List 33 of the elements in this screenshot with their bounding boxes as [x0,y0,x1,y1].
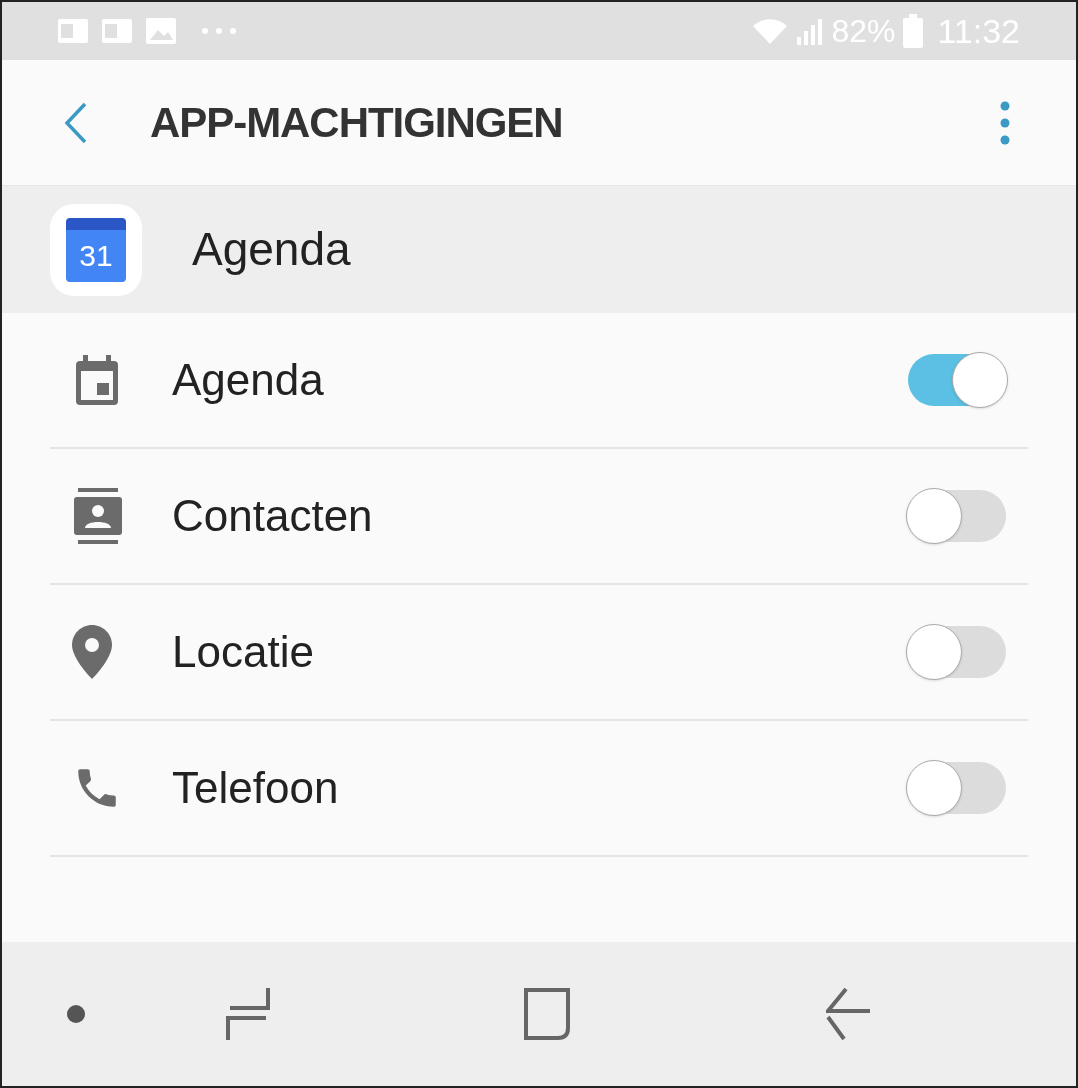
permission-row[interactable]: Contacten [50,449,1028,585]
app-name: Agenda [192,222,351,277]
page-title: APP-MACHTIGINGEN [150,98,563,148]
toggle-switch[interactable] [908,626,1006,678]
permission-row[interactable]: Agenda [50,313,1028,449]
signal-icon [797,17,824,45]
dot-icon [66,1004,86,1024]
permission-label: Agenda [172,354,324,406]
image-icon [146,18,176,44]
permission-row[interactable]: Telefoon [50,721,1028,857]
back-arrow-icon [826,987,870,1041]
home-button[interactable] [524,988,570,1040]
mail-app-icon [58,19,88,43]
more-dots-icon [202,28,236,34]
toggle-switch[interactable] [908,490,1006,542]
recent-apps-icon [226,986,270,1042]
permission-label: Telefoon [172,762,339,814]
home-square-icon [524,988,570,1040]
permission-label: Locatie [172,626,314,678]
calendar-date: 31 [79,240,113,271]
back-icon [63,101,89,144]
back-nav-button[interactable] [826,987,870,1041]
toggle-switch[interactable] [908,354,1006,406]
location-pin-icon [72,625,112,679]
battery-icon [903,14,924,48]
more-vertical-icon [1000,100,1010,145]
recent-apps-button[interactable] [226,986,270,1042]
wifi-icon [751,16,790,46]
permission-label: Contacten [172,490,373,542]
mail-app-icon [102,19,132,43]
toggle-switch[interactable] [908,762,1006,814]
contact-card-icon [72,488,124,544]
permission-row[interactable]: Locatie [50,585,1028,721]
